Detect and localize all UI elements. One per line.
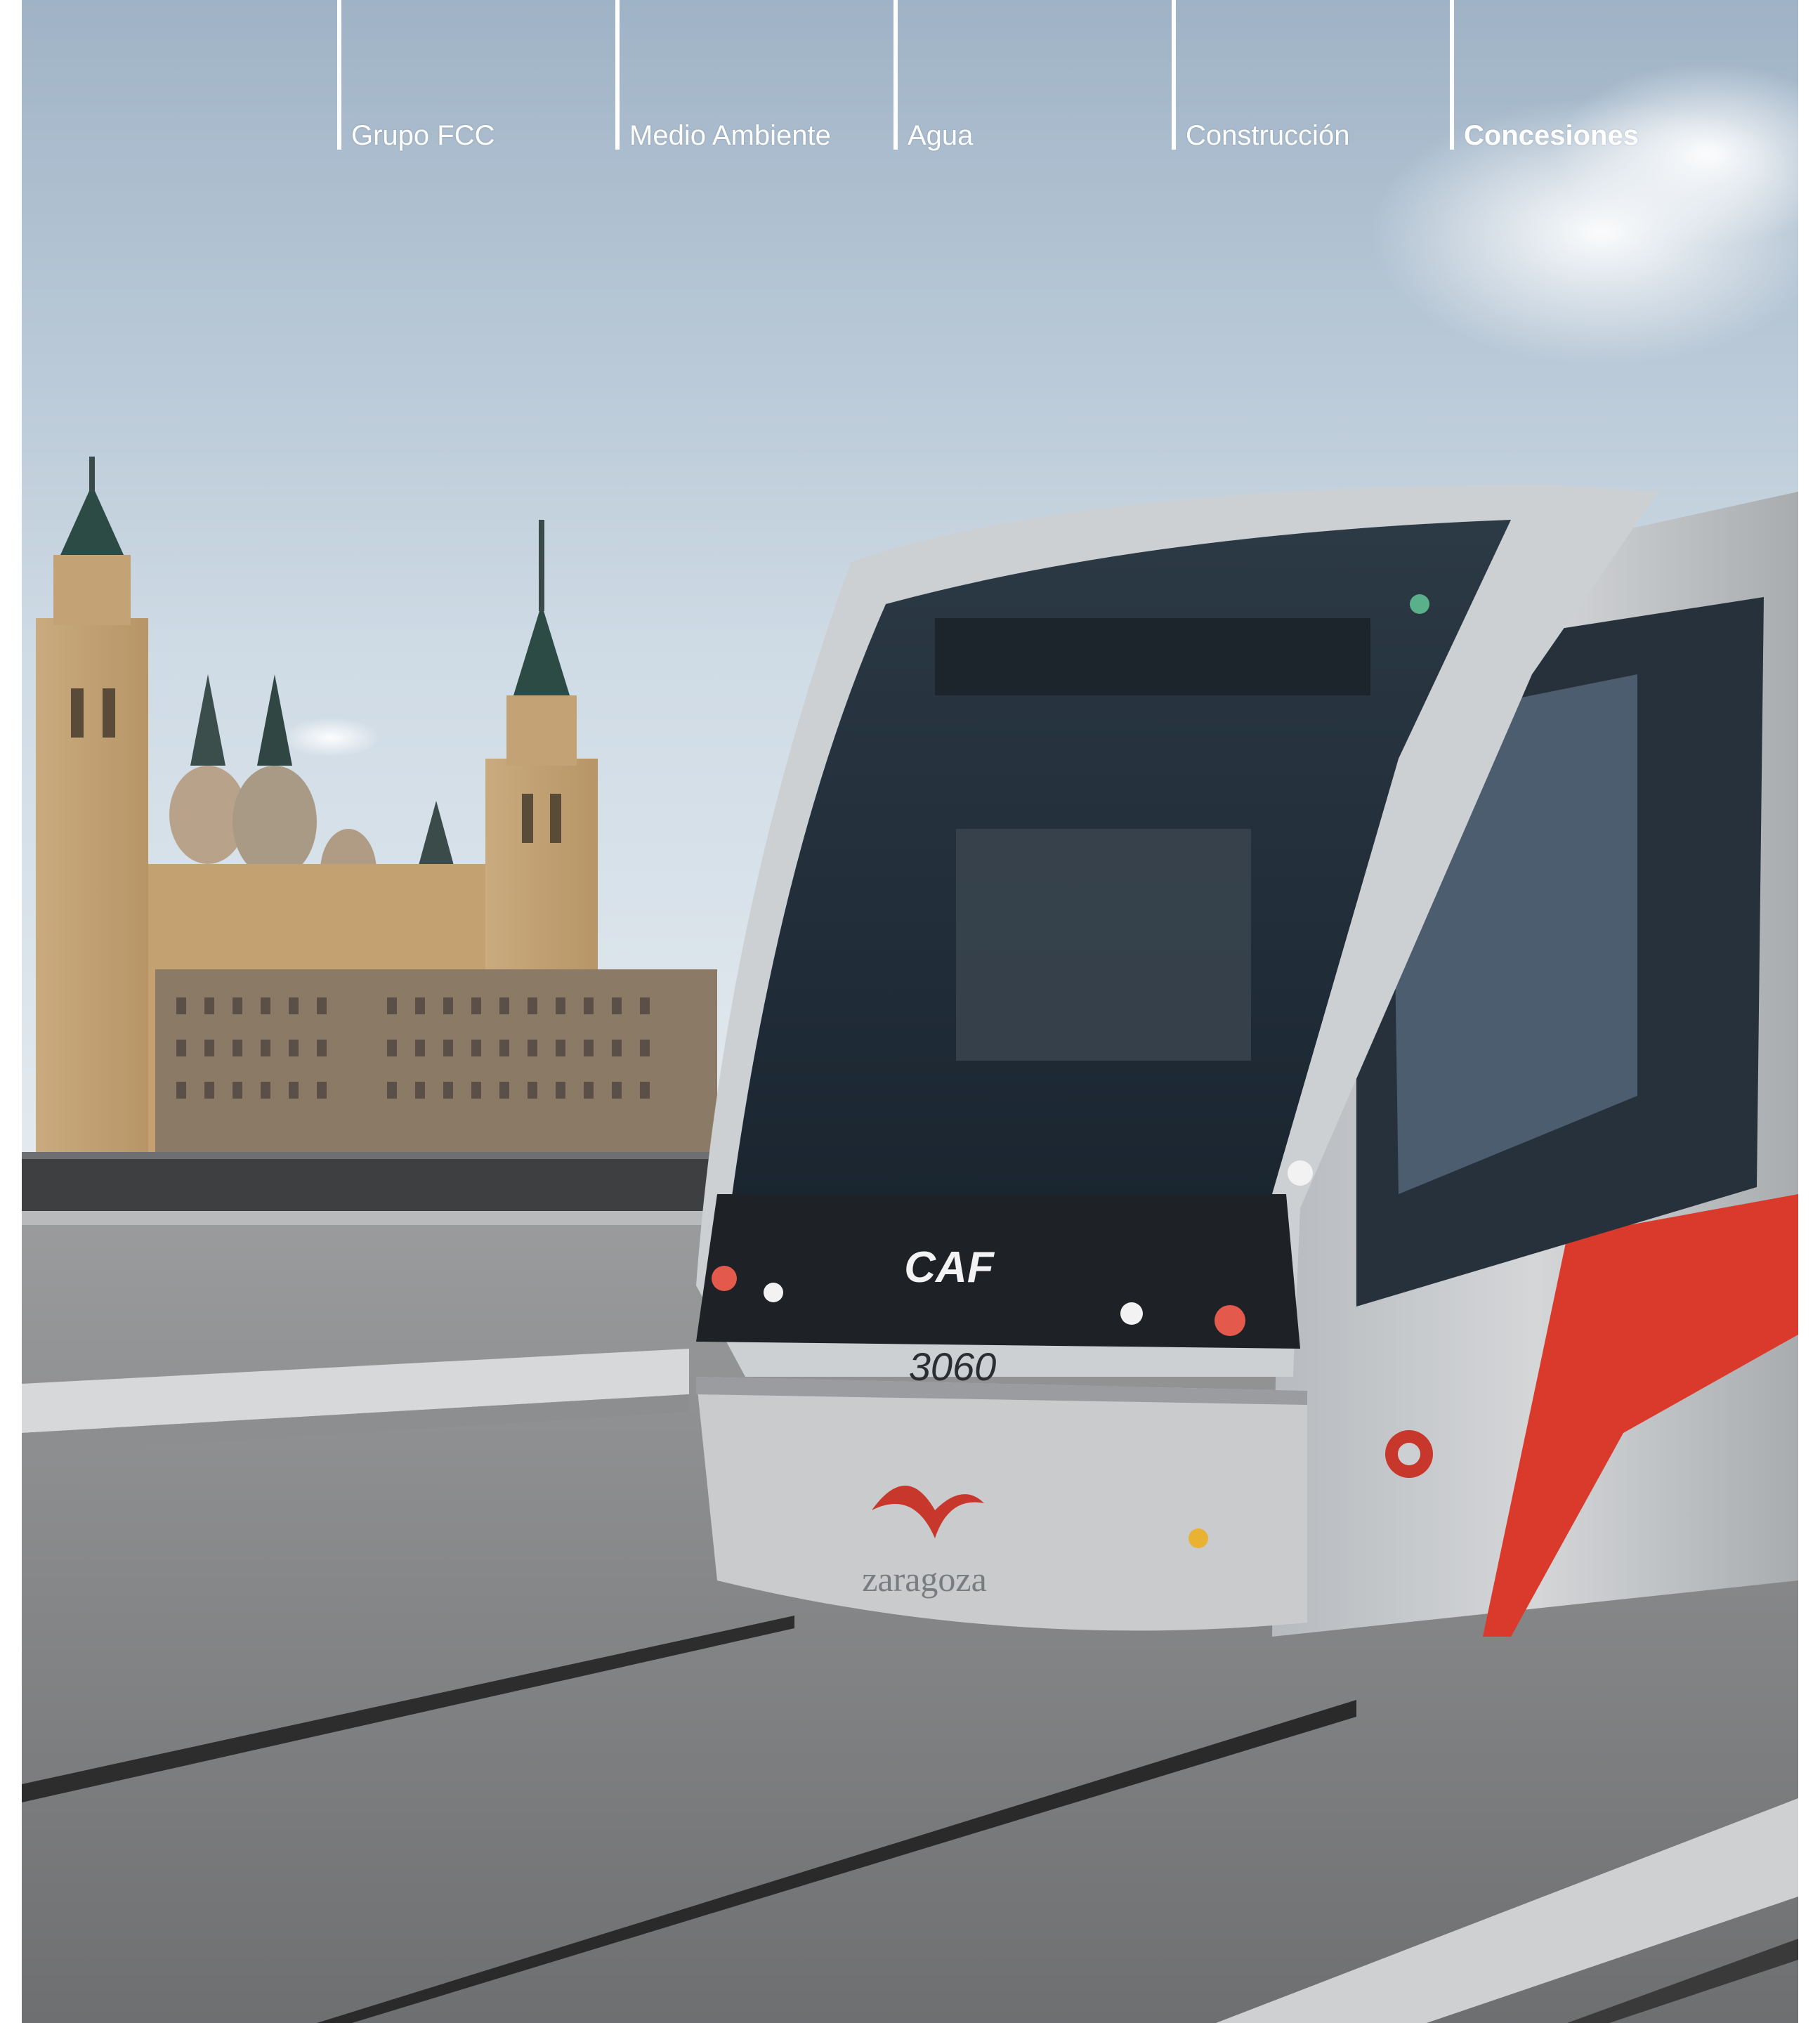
tram-logo-text: zaragoza — [862, 1559, 987, 1599]
nav-item-agua[interactable]: Agua — [893, 0, 973, 150]
nav-item-concesiones[interactable]: Concesiones — [1450, 0, 1639, 150]
nav-item-grupo-fcc[interactable]: Grupo FCC — [337, 0, 495, 150]
nav-item-label: Grupo FCC — [351, 120, 495, 151]
bridge-railing — [22, 1152, 710, 1211]
nav-item-label: Construcción — [1186, 120, 1350, 151]
tram — [696, 485, 1798, 1637]
nav-item-label: Medio Ambiente — [629, 120, 831, 151]
nav-item-construccion[interactable]: Construcción — [1172, 0, 1349, 150]
nav-item-label: Concesiones — [1464, 120, 1639, 151]
tram-number-text: 3060 — [909, 1344, 997, 1389]
section-nav: Grupo FCC Medio Ambiente Agua Construcci… — [0, 0, 1820, 151]
nav-item-medio-ambiente[interactable]: Medio Ambiente — [615, 0, 831, 150]
hero-photo: CAF 3060 zaragoza — [22, 0, 1798, 2023]
tram-brand-text: CAF — [904, 1243, 995, 1292]
nav-item-label: Agua — [908, 120, 974, 151]
